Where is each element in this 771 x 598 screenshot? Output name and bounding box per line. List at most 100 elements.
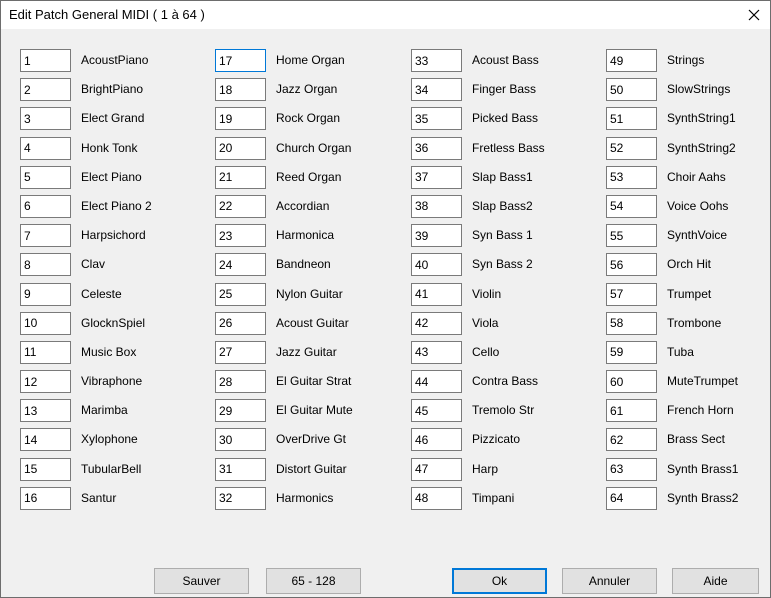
patch-number-input[interactable] xyxy=(20,428,71,452)
patch-number-input[interactable] xyxy=(20,224,71,248)
patch-number-input[interactable] xyxy=(411,428,462,452)
patch-number-input[interactable] xyxy=(606,194,657,218)
patch-number-input[interactable] xyxy=(606,165,657,189)
patch-number-input[interactable] xyxy=(215,136,266,160)
patch-row: Acoust Guitar xyxy=(215,311,395,341)
patch-number-input[interactable] xyxy=(215,282,266,306)
next-range-button[interactable]: 65 - 128 xyxy=(266,568,361,594)
patch-number-input[interactable] xyxy=(411,107,462,131)
ok-button[interactable]: Ok xyxy=(452,568,547,594)
patch-name-label: Contra Bass xyxy=(472,374,539,389)
patch-row: Harpsichord xyxy=(20,224,200,253)
patch-number-input[interactable] xyxy=(411,78,462,102)
patch-number-input[interactable] xyxy=(411,311,462,335)
patch-number-input[interactable] xyxy=(606,311,657,335)
patch-number-input[interactable] xyxy=(411,224,462,248)
patch-name-label: Harmonics xyxy=(276,490,334,505)
patch-row: AcoustPiano xyxy=(20,49,200,78)
patch-name-label: Xylophone xyxy=(81,432,138,447)
patch-number-input[interactable] xyxy=(20,486,71,510)
patch-number-input[interactable] xyxy=(411,282,462,306)
patch-row: Picked Bass xyxy=(411,107,591,136)
patch-number-input[interactable] xyxy=(215,107,266,131)
patch-number-input[interactable] xyxy=(215,311,266,335)
help-button[interactable]: Aide xyxy=(672,568,759,594)
patch-number-input[interactable] xyxy=(20,282,71,306)
patch-number-input[interactable] xyxy=(606,428,657,452)
patch-number-input[interactable] xyxy=(606,399,657,423)
patch-number-input[interactable] xyxy=(411,165,462,189)
patch-number-input[interactable] xyxy=(606,107,657,131)
patch-row: BrightPiano xyxy=(20,78,200,107)
patch-number-input[interactable] xyxy=(606,370,657,394)
patch-name-label: Slap Bass2 xyxy=(472,198,533,213)
patch-number-input[interactable] xyxy=(20,107,71,131)
patch-number-input[interactable] xyxy=(20,49,71,72)
patch-number-input[interactable] xyxy=(215,253,266,277)
patch-number-input[interactable] xyxy=(606,136,657,160)
patch-row: Viola xyxy=(411,311,591,341)
patch-name-label: Syn Bass 2 xyxy=(472,257,533,272)
patch-name-label: Accordian xyxy=(276,198,330,213)
patch-name-label: Choir Aahs xyxy=(667,169,726,184)
patch-number-input[interactable] xyxy=(606,457,657,481)
patch-name-label: Marimba xyxy=(81,403,128,418)
patch-number-input[interactable] xyxy=(215,428,266,452)
patch-number-input[interactable] xyxy=(215,486,266,510)
patch-number-input[interactable] xyxy=(20,136,71,160)
patch-name-label: Syn Bass 1 xyxy=(472,228,533,243)
patch-number-input[interactable] xyxy=(20,370,71,394)
patch-number-input[interactable] xyxy=(215,194,266,218)
patch-number-input[interactable] xyxy=(606,282,657,306)
patch-number-input[interactable] xyxy=(20,78,71,102)
close-button[interactable] xyxy=(738,1,770,29)
save-button[interactable]: Sauver xyxy=(154,568,249,594)
patch-number-input[interactable] xyxy=(215,49,266,72)
patch-number-input[interactable] xyxy=(20,311,71,335)
patch-number-input[interactable] xyxy=(20,253,71,277)
patch-name-label: Viola xyxy=(472,315,499,330)
patch-number-input[interactable] xyxy=(20,194,71,218)
patch-number-input[interactable] xyxy=(411,370,462,394)
patch-number-input[interactable] xyxy=(215,165,266,189)
patch-number-input[interactable] xyxy=(20,399,71,423)
patch-number-input[interactable] xyxy=(20,340,71,364)
patch-number-input[interactable] xyxy=(411,136,462,160)
patch-number-input[interactable] xyxy=(411,399,462,423)
patch-number-input[interactable] xyxy=(215,224,266,248)
patch-row: Elect Grand xyxy=(20,107,200,136)
patch-row: Santur xyxy=(20,486,200,516)
patch-number-input[interactable] xyxy=(20,165,71,189)
patch-number-input[interactable] xyxy=(411,486,462,510)
patch-number-input[interactable] xyxy=(411,49,462,72)
patch-number-input[interactable] xyxy=(606,340,657,364)
patch-row: Jazz Organ xyxy=(215,78,395,107)
patch-number-input[interactable] xyxy=(606,253,657,277)
patch-number-input[interactable] xyxy=(20,457,71,481)
patch-number-input[interactable] xyxy=(606,78,657,102)
patch-name-label: Reed Organ xyxy=(276,169,342,184)
patch-number-input[interactable] xyxy=(606,49,657,72)
cancel-button[interactable]: Annuler xyxy=(562,568,657,594)
patch-name-label: Bandneon xyxy=(276,257,331,272)
patch-number-input[interactable] xyxy=(215,457,266,481)
patch-row: Syn Bass 2 xyxy=(411,253,591,282)
patch-number-input[interactable] xyxy=(411,457,462,481)
patch-name-label: Strings xyxy=(667,53,705,67)
patch-number-input[interactable] xyxy=(215,340,266,364)
patch-number-input[interactable] xyxy=(411,253,462,277)
patch-number-input[interactable] xyxy=(606,486,657,510)
patch-number-input[interactable] xyxy=(215,399,266,423)
patch-name-label: OverDrive Gt xyxy=(276,432,347,447)
patch-name-label: Trombone xyxy=(667,315,722,330)
patch-row: Finger Bass xyxy=(411,78,591,107)
patch-name-label: Elect Piano xyxy=(81,169,142,184)
patch-number-input[interactable] xyxy=(215,370,266,394)
patch-name-label: Elect Piano 2 xyxy=(81,198,152,213)
patch-number-input[interactable] xyxy=(411,194,462,218)
patch-number-input[interactable] xyxy=(606,224,657,248)
patch-name-label: TubularBell xyxy=(81,461,142,476)
patch-name-label: Violin xyxy=(472,286,502,301)
patch-number-input[interactable] xyxy=(215,78,266,102)
patch-number-input[interactable] xyxy=(411,340,462,364)
